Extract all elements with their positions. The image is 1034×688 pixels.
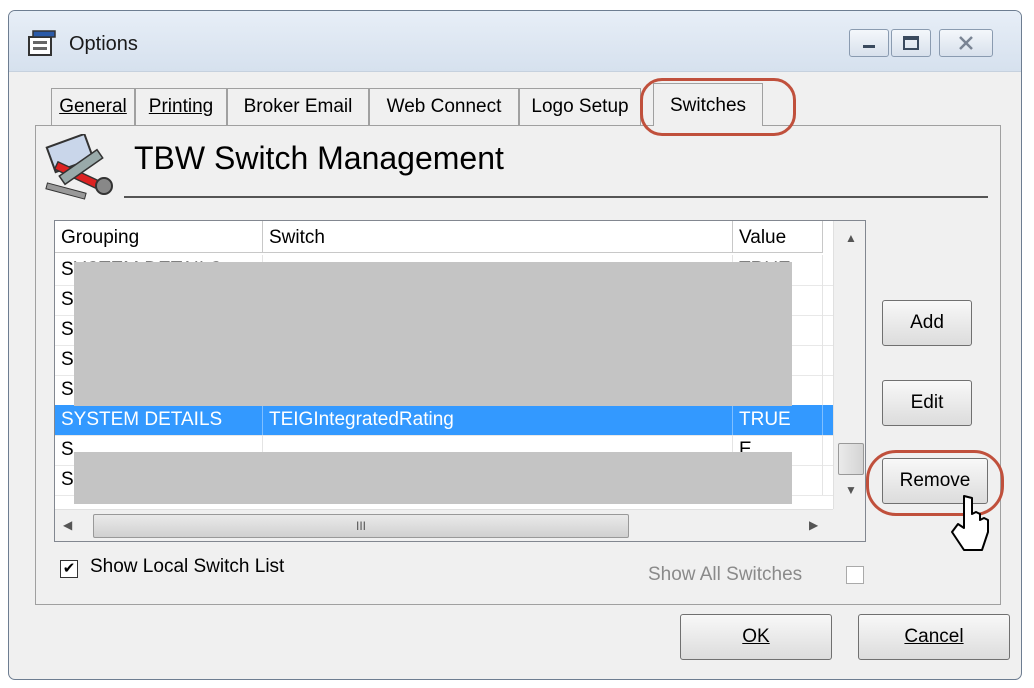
- scroll-left-icon[interactable]: ◀: [63, 518, 72, 532]
- tab-logo-setup[interactable]: Logo Setup: [519, 88, 641, 125]
- cell-grouping: SYSTEM DETAILS: [55, 405, 263, 435]
- minimize-icon: [863, 45, 875, 48]
- scroll-down-icon[interactable]: ▼: [845, 483, 857, 497]
- header-divider: [124, 196, 988, 198]
- window-title: Options: [69, 33, 138, 55]
- maximize-icon: [903, 36, 919, 50]
- horizontal-scroll-thumb[interactable]: III: [93, 514, 629, 538]
- tab-broker-email-label: Broker Email: [243, 96, 353, 117]
- column-header-switch[interactable]: Switch: [263, 221, 733, 253]
- tab-switches[interactable]: Switches: [653, 83, 763, 126]
- horizontal-scroll-grip: III: [355, 519, 366, 533]
- redacted-area-bottom: [74, 452, 792, 504]
- horizontal-scrollbar[interactable]: ◀ III ▶: [55, 509, 833, 541]
- add-button[interactable]: Add: [882, 300, 972, 346]
- column-header-grouping[interactable]: Grouping: [55, 221, 263, 253]
- vertical-scrollbar[interactable]: ▲ ▼: [833, 221, 865, 509]
- cell-switch: TEIGIntegratedRating: [263, 405, 733, 435]
- show-all-checkbox[interactable]: [846, 566, 864, 584]
- scroll-right-icon[interactable]: ▶: [809, 518, 818, 532]
- title-bar: Options: [9, 11, 1021, 72]
- tab-web-connect-label: Web Connect: [386, 96, 502, 117]
- cancel-button-label: Cancel: [904, 626, 964, 647]
- scroll-up-icon[interactable]: ▲: [845, 231, 857, 245]
- tab-printing-label: Printing: [148, 96, 214, 117]
- cancel-button[interactable]: Cancel: [858, 614, 1010, 660]
- tools-icon: [45, 134, 113, 200]
- vertical-scroll-thumb[interactable]: [838, 443, 864, 475]
- tab-general[interactable]: General: [51, 88, 135, 125]
- header-title: TBW Switch Management: [134, 140, 504, 176]
- tab-logo-setup-label: Logo Setup: [531, 96, 629, 117]
- minimize-button[interactable]: [849, 29, 889, 57]
- maximize-button[interactable]: [891, 29, 931, 57]
- show-all-label: Show All Switches: [648, 564, 803, 585]
- close-button[interactable]: [939, 29, 993, 57]
- show-local-label: Show Local Switch List: [90, 556, 285, 577]
- scroll-corner: [833, 509, 865, 541]
- show-local-checkbox[interactable]: ✔: [60, 560, 78, 578]
- tab-web-connect[interactable]: Web Connect: [369, 88, 519, 125]
- cell-value: TRUE: [733, 405, 823, 435]
- tab-general-label: General: [59, 96, 127, 117]
- options-app-icon: [28, 30, 56, 56]
- ok-button-label: OK: [742, 626, 770, 647]
- redacted-area-top: [74, 262, 792, 406]
- close-icon: [959, 36, 973, 50]
- column-header-value[interactable]: Value: [733, 221, 823, 253]
- ok-button[interactable]: OK: [680, 614, 832, 660]
- tab-switches-label: Switches: [669, 95, 747, 116]
- table-row-selected[interactable]: SYSTEM DETAILS TEIGIntegratedRating TRUE: [55, 405, 833, 436]
- tab-broker-email[interactable]: Broker Email: [227, 88, 369, 125]
- mouse-pointer-icon: [951, 495, 989, 551]
- edit-button[interactable]: Edit: [882, 380, 972, 426]
- tab-printing[interactable]: Printing: [135, 88, 227, 125]
